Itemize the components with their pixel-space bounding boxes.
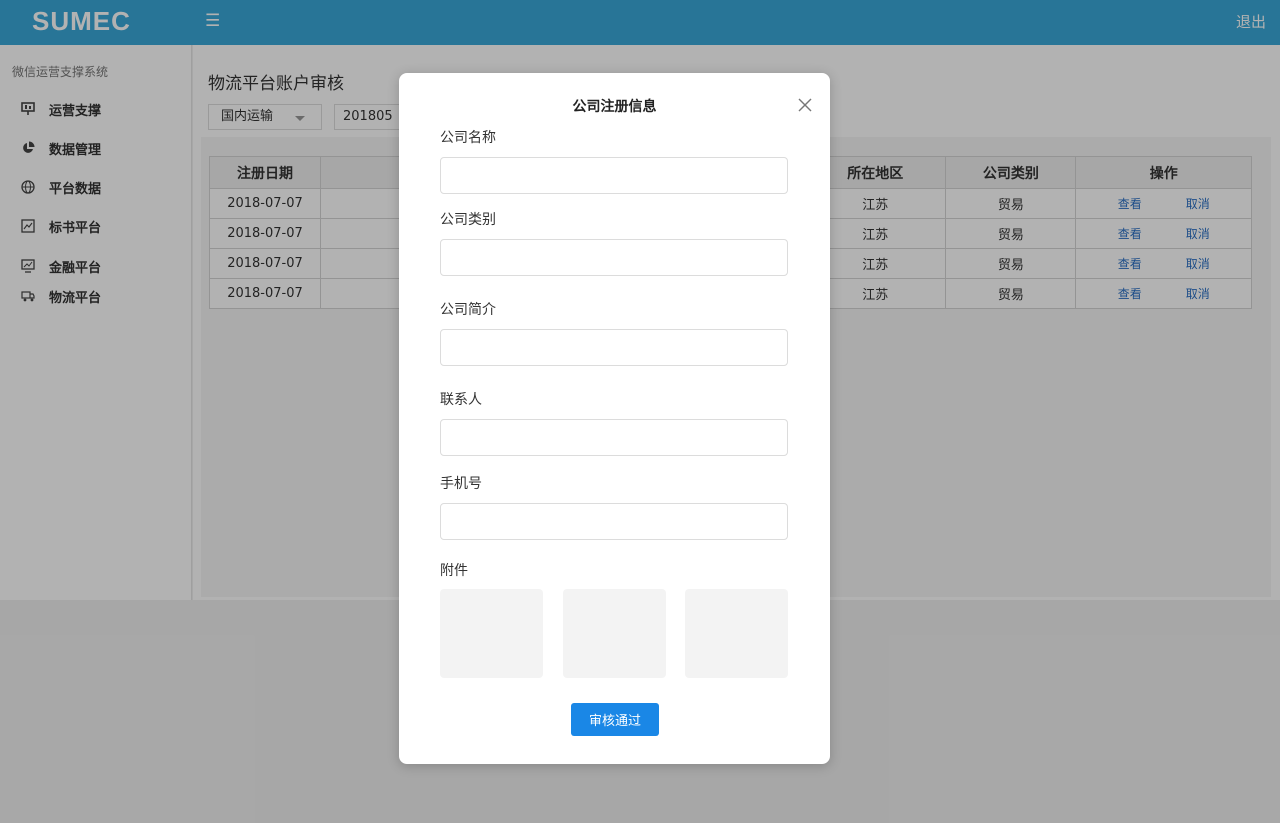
company-type-label: 公司类别 [440,212,496,228]
phone-input[interactable] [440,503,788,540]
company-type-input[interactable] [440,239,788,276]
attachments-label: 附件 [440,563,468,579]
phone-label: 手机号 [440,476,482,492]
company-name-label: 公司名称 [440,130,496,146]
contact-label: 联系人 [440,392,482,408]
approve-button[interactable]: 审核通过 [571,703,659,736]
company-info-modal: 公司注册信息 公司名称 公司类别 公司简介 联系人 手机号 附件 审核通过 [399,73,830,764]
company-name-input[interactable] [440,157,788,194]
attachment-slot[interactable] [440,589,543,678]
attachment-slot[interactable] [563,589,666,678]
modal-title: 公司注册信息 [572,99,657,115]
company-intro-label: 公司简介 [440,302,496,318]
contact-input[interactable] [440,419,788,456]
company-intro-input[interactable] [440,329,788,366]
close-icon[interactable] [796,96,814,114]
attachment-slot[interactable] [685,589,788,678]
